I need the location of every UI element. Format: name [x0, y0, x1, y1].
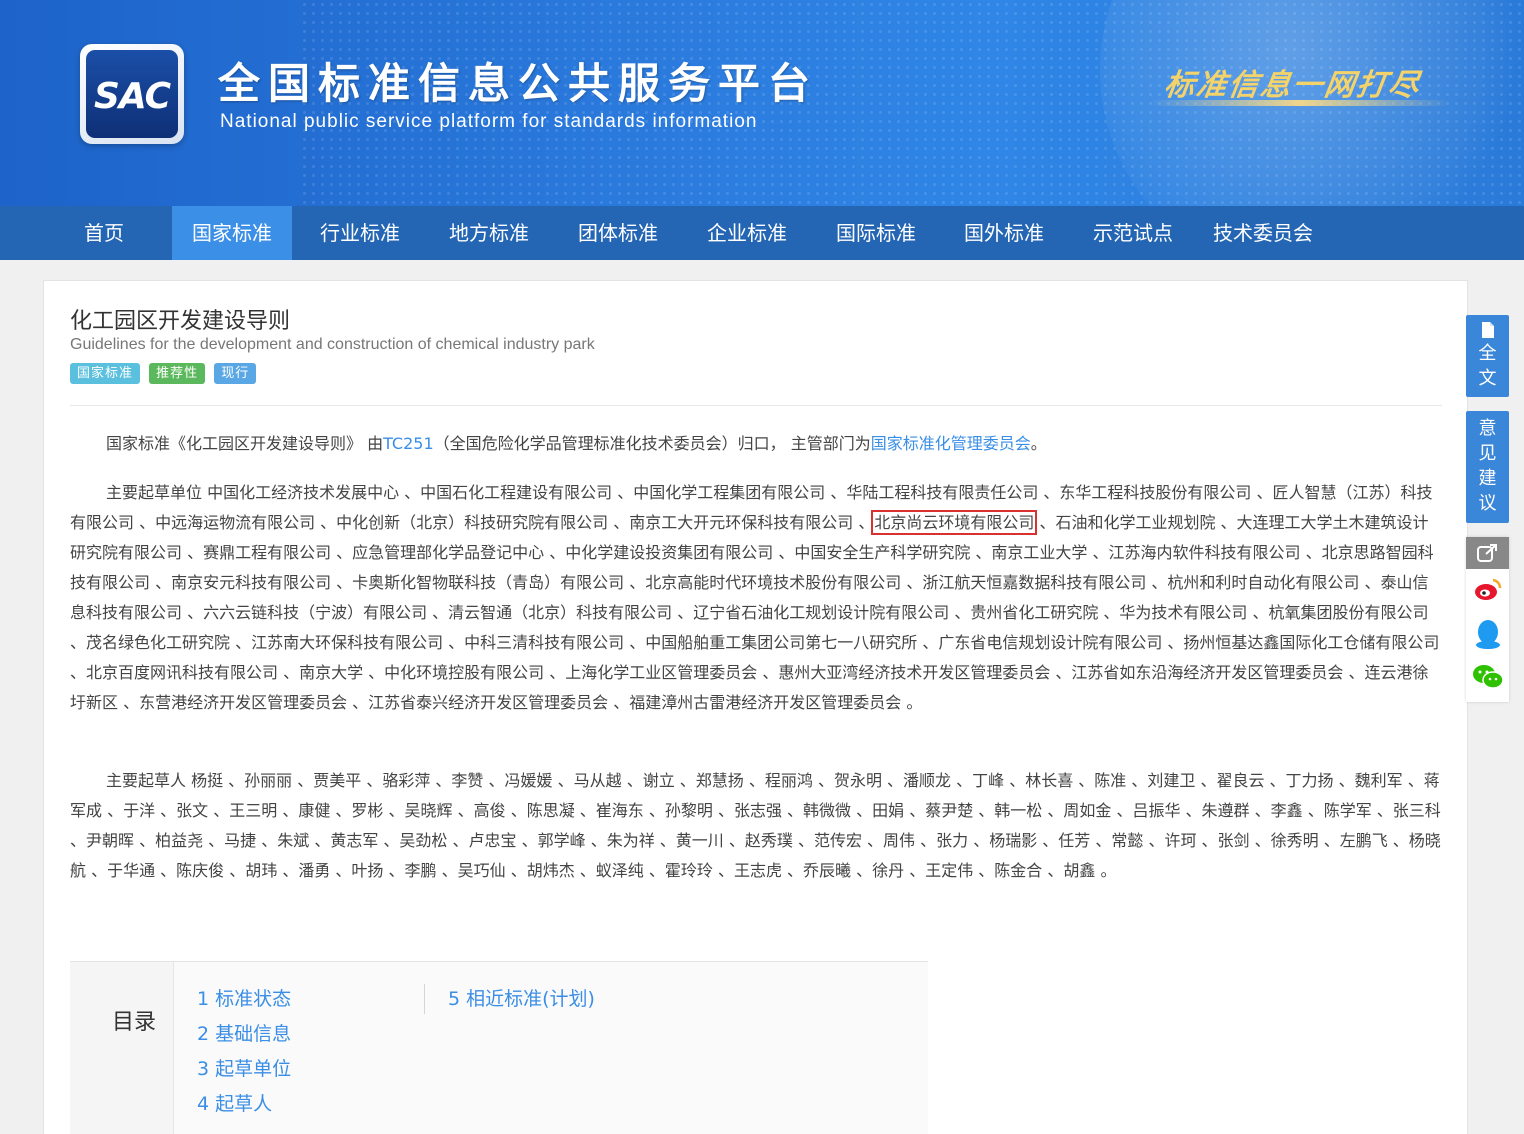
sac-logo-inner: SAC [86, 50, 178, 138]
toc-item-status[interactable]: 1 标准状态 [197, 982, 291, 1017]
badge-recommended: 推荐性 [149, 363, 206, 384]
qq-icon[interactable] [1473, 617, 1503, 651]
nav-pilot-demos[interactable]: 示范试点 [1083, 206, 1183, 260]
nav-national-standards[interactable]: 国家标准 [172, 206, 292, 260]
nav-foreign-standards[interactable]: 国外标准 [954, 206, 1054, 260]
nav-home[interactable]: 首页 [64, 206, 144, 260]
site-subtitle: National public service platform for sta… [220, 111, 758, 132]
weibo-icon[interactable] [1473, 577, 1503, 603]
nav-enterprise-standards[interactable]: 企业标准 [697, 206, 797, 260]
department-link[interactable]: 国家标准化管理委员会 [871, 434, 1031, 453]
main-nav: 首页 国家标准 行业标准 地方标准 团体标准 企业标准 国际标准 国外标准 示范… [0, 206, 1524, 260]
drafters-paragraph: 主要起草人 杨挺 、孙丽丽 、贾美平 、骆彩萍 、李赞 、冯媛媛 、马从越 、谢… [70, 771, 1441, 880]
page-title: 化工园区开发建设导则 [70, 309, 291, 334]
toc-item-drafting-units[interactable]: 3 起草单位 [197, 1052, 291, 1087]
badge-current: 现行 [214, 363, 257, 384]
share-panel [1466, 537, 1509, 702]
header-banner: SAC 全国标准信息公共服务平台 National public service… [0, 0, 1524, 206]
fulltext-label-2: 文 [1478, 368, 1497, 389]
toc-separator [424, 984, 425, 1014]
badge-group: 国家标准 推荐性 现行 [70, 362, 260, 384]
document-icon [1481, 322, 1494, 338]
tc-link[interactable]: TC251 [383, 434, 434, 453]
wechat-icon[interactable] [1472, 663, 1504, 691]
intro-paragraph: 国家标准《化工园区开发建设导则》 由TC251（全国危险化学品管理标准化技术委员… [70, 429, 1442, 459]
page-title-en: Guidelines for the development and const… [70, 336, 595, 353]
feedback-label-3: 建 [1478, 468, 1497, 489]
feedback-label-4: 议 [1478, 493, 1497, 514]
table-of-contents: 目录 1 标准状态 2 基础信息 3 起草单位 4 起草人 5 相近标准(计划) [70, 961, 928, 1134]
intro-suffix: 。 [1030, 434, 1047, 453]
toc-right-column: 5 相近标准(计划) [448, 982, 595, 1017]
drafting-units-after: 、石油和化学工业规划院 、大连理工大学土木建筑设计研究院有限公司 、赛鼎工程有限… [70, 513, 1440, 712]
share-icon [1477, 544, 1497, 562]
sac-logo[interactable]: SAC [80, 44, 184, 144]
toc-item-basic-info[interactable]: 2 基础信息 [197, 1017, 291, 1052]
highlighted-unit: 北京尚云环境有限公司 [871, 510, 1038, 535]
nav-local-standards[interactable]: 地方标准 [439, 206, 539, 260]
nav-international-standards[interactable]: 国际标准 [826, 206, 926, 260]
nav-technical-committees[interactable]: 技术委员会 [1203, 206, 1323, 260]
toc-left-column: 1 标准状态 2 基础信息 3 起草单位 4 起草人 [197, 982, 291, 1122]
nav-industry-standards[interactable]: 行业标准 [310, 206, 410, 260]
divider [70, 405, 1442, 406]
feedback-button[interactable]: 意 见 建 议 [1466, 411, 1509, 523]
standard-detail-card: 化工园区开发建设导则 Guidelines for the developmen… [43, 280, 1468, 1134]
drafting-units-paragraph: 主要起草单位 中国化工经济技术发展中心 、中国石化工程建设有限公司 、中国化学工… [70, 478, 1442, 718]
badge-national-standard: 国家标准 [70, 363, 141, 384]
feedback-label-2: 见 [1478, 443, 1497, 464]
intro-middle: （全国危险化学品管理标准化技术委员会）归口， 主管部门为 [433, 434, 871, 453]
nav-group-standards[interactable]: 团体标准 [568, 206, 668, 260]
toc-item-similar-standards[interactable]: 5 相近标准(计划) [448, 982, 595, 1017]
feedback-label-1: 意 [1478, 418, 1497, 439]
toc-label-cell: 目录 [70, 962, 174, 1134]
share-toggle[interactable] [1466, 537, 1509, 569]
fulltext-label-1: 全 [1478, 343, 1497, 364]
toc-item-drafters[interactable]: 4 起草人 [197, 1087, 291, 1122]
site-title: 全国标准信息公共服务平台 [218, 59, 819, 108]
logo-text: SAC [93, 76, 171, 117]
intro-prefix: 国家标准《化工园区开发建设导则》 由 [106, 434, 384, 453]
slogan: 标准信息一网打尽 [1162, 68, 1423, 103]
toc-label: 目录 [112, 1010, 157, 1035]
fulltext-button[interactable]: 全 文 [1466, 315, 1509, 397]
